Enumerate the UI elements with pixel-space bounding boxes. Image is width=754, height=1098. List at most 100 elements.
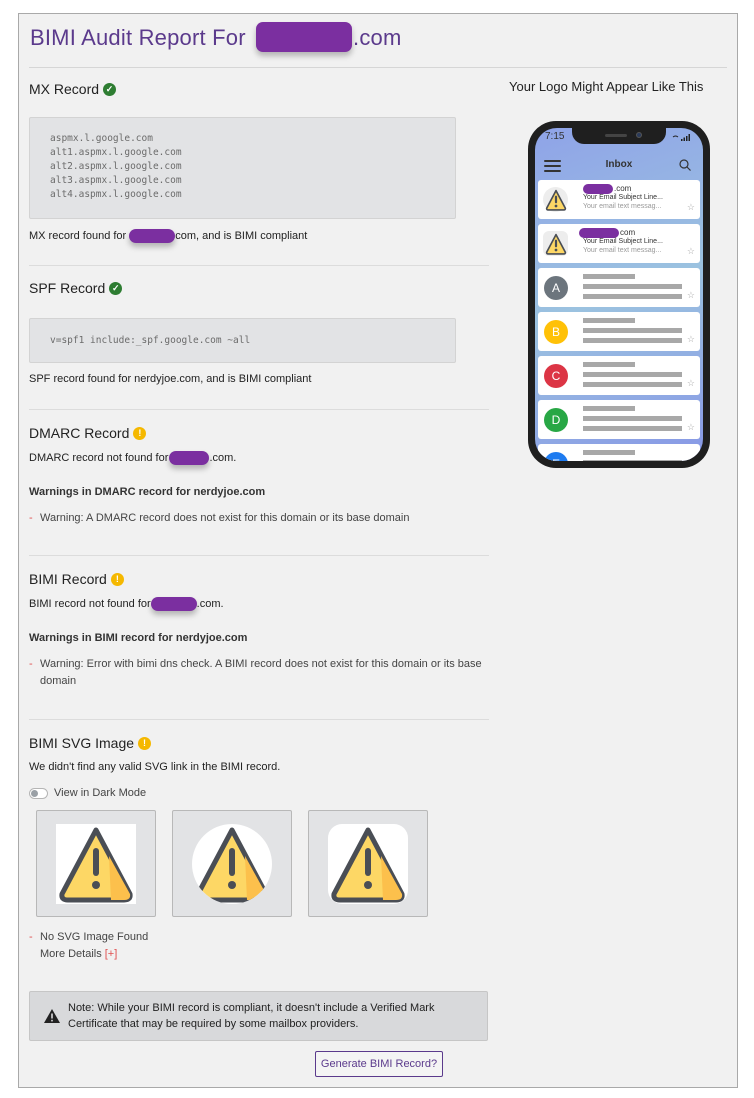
mail-preview: Your email text messag... [583,247,662,254]
mx-title: MX Record ✓ [29,81,489,97]
mx-record-line: alt2.aspmx.l.google.com [50,161,182,172]
bimi-title: BIMI Record ! [29,571,489,587]
mx-record-line: alt1.aspmx.l.google.com [50,147,182,158]
phone-inbox-header: Inbox [535,156,703,176]
spf-message: SPF record found for nerdyjoe.com, and i… [29,373,312,385]
more-details-toggle[interactable]: [+] [105,946,118,963]
error-item: - No SVG Image Found [29,929,489,946]
placeholder-bar [583,382,682,387]
dash-icon: - [29,931,33,943]
placeholder-bar [583,362,635,367]
logo-image-rounded [328,823,408,904]
svg-section: BIMI SVG Image ! We didn't find any vali… [29,720,489,1041]
star-icon: ☆ [686,378,695,388]
redacted-domain [583,184,613,194]
mail-sender: .com [583,184,631,194]
brand-logo [543,231,568,256]
mail-preview: Your email text messag... [583,203,662,210]
placeholder-bar [583,416,682,421]
star-icon: ☆ [686,422,695,432]
placeholder-bar [583,372,682,377]
warning-item: - Warning: Error with bimi dns check. A … [29,656,489,690]
preview-rounded [308,810,428,917]
placeholder-bar [583,274,635,279]
placeholder-bar [583,450,635,455]
phone-mockup: 7:15 Inbox .com Your Email Subject Line.… [528,121,710,468]
logo-image-circle [192,823,272,904]
warning-triangle-icon [545,233,566,255]
redacted-domain [129,229,176,243]
check-circle-icon: ✓ [103,82,117,96]
warning-triangle-icon [545,189,566,211]
mail-item-placeholder: A ☆ [538,268,700,307]
dmarc-section: DMARC Record ! DMARC record not found fo… [29,410,489,556]
placeholder-bar [583,426,682,431]
avatar: E [544,452,568,461]
placeholder-bar [583,294,682,299]
mail-item-placeholder: E☆ [538,444,700,461]
more-details: More Details [+] [29,946,489,963]
bimi-warnings-heading: Warnings in BIMI record for nerdyjoe.com [29,632,248,644]
star-icon: ☆ [686,202,695,212]
speaker-icon [605,134,627,137]
bimi-warnings-list: - Warning: Error with bimi dns check. A … [29,656,489,690]
spf-title: SPF Record ✓ [29,280,489,296]
spf-section: SPF Record ✓ v=spf1 include:_spf.google.… [29,266,489,410]
avatar: B [544,320,568,344]
phone-screen: 7:15 Inbox .com Your Email Subject Line.… [535,128,703,461]
star-icon: ☆ [686,246,695,256]
dash-icon: - [29,512,33,524]
brand-logo [543,187,568,212]
placeholder-bar [583,460,682,461]
avatar: C [544,364,568,388]
avatar: A [544,276,568,300]
mail-item-placeholder: B ☆ [538,312,700,351]
placeholder-mails: A☆B☆C☆D☆E☆ [538,268,700,461]
svg-title: BIMI SVG Image ! [29,735,489,751]
audit-report-card: BIMI Audit Report For .com MX Record ✓ a… [18,13,738,1088]
spf-record-box: v=spf1 include:_spf.google.com ~all [29,318,456,363]
logo-previews [29,810,489,917]
dark-mode-toggle[interactable] [29,787,48,799]
dmarc-warnings-list: - Warning: A DMARC record does not exist… [29,510,489,527]
signal-icon [672,133,690,143]
dash-icon: - [29,658,33,670]
camera-icon [636,132,642,138]
bimi-message: BIMI record not found for .com. [29,597,224,611]
warning-circle-icon: ! [138,736,152,750]
inbox-label: Inbox [605,159,633,170]
page-title: BIMI Audit Report For .com [30,22,402,54]
mail-subject: Your Email Subject Line... [583,194,663,201]
mx-section: MX Record ✓ aspmx.l.google.com alt1.aspmx… [29,68,489,266]
dmarc-title: DMARC Record ! [29,425,489,441]
star-icon: ☆ [686,290,695,300]
dmarc-message: DMARC record not found for .com. [29,451,237,465]
placeholder-bar [583,338,682,343]
search-icon [679,159,691,171]
warning-triangle-icon [331,827,405,902]
preview-panel-title: Your Logo Might Appear Like This [509,79,704,94]
warning-item: - Warning: A DMARC record does not exist… [29,510,489,527]
warning-triangle-icon [59,827,133,902]
phone-mail-list: .com Your Email Subject Line... Your ema… [538,180,700,461]
dark-mode-toggle-row[interactable]: View in Dark Mode [29,787,489,799]
warning-circle-icon: ! [133,426,147,440]
mail-subject: Your Email Subject Line... [583,238,663,245]
warning-triangle-icon [44,1009,60,1023]
mail-item-branded: .com Your Email Subject Line... Your ema… [538,180,700,219]
mx-record-line: alt3.aspmx.l.google.com [50,175,182,186]
placeholder-bar [583,406,635,411]
placeholder-bar [583,284,682,289]
generate-bimi-record-button[interactable]: Generate BIMI Record? [315,1051,443,1077]
svg-message: We didn't find any valid SVG link in the… [29,761,281,773]
redacted-domain [256,22,353,52]
mail-item-placeholder: D ☆ [538,400,700,439]
svg-errors: - No SVG Image Found More Details [+] [29,929,489,963]
mail-sender: com [579,228,635,238]
check-circle-icon: ✓ [109,281,123,295]
bimi-section: BIMI Record ! BIMI record not found for.… [29,556,489,720]
redacted-domain [169,451,210,465]
report-sections: MX Record ✓ aspmx.l.google.com alt1.aspmx… [29,68,489,1041]
redacted-domain [579,228,619,238]
star-icon: ☆ [686,334,695,344]
